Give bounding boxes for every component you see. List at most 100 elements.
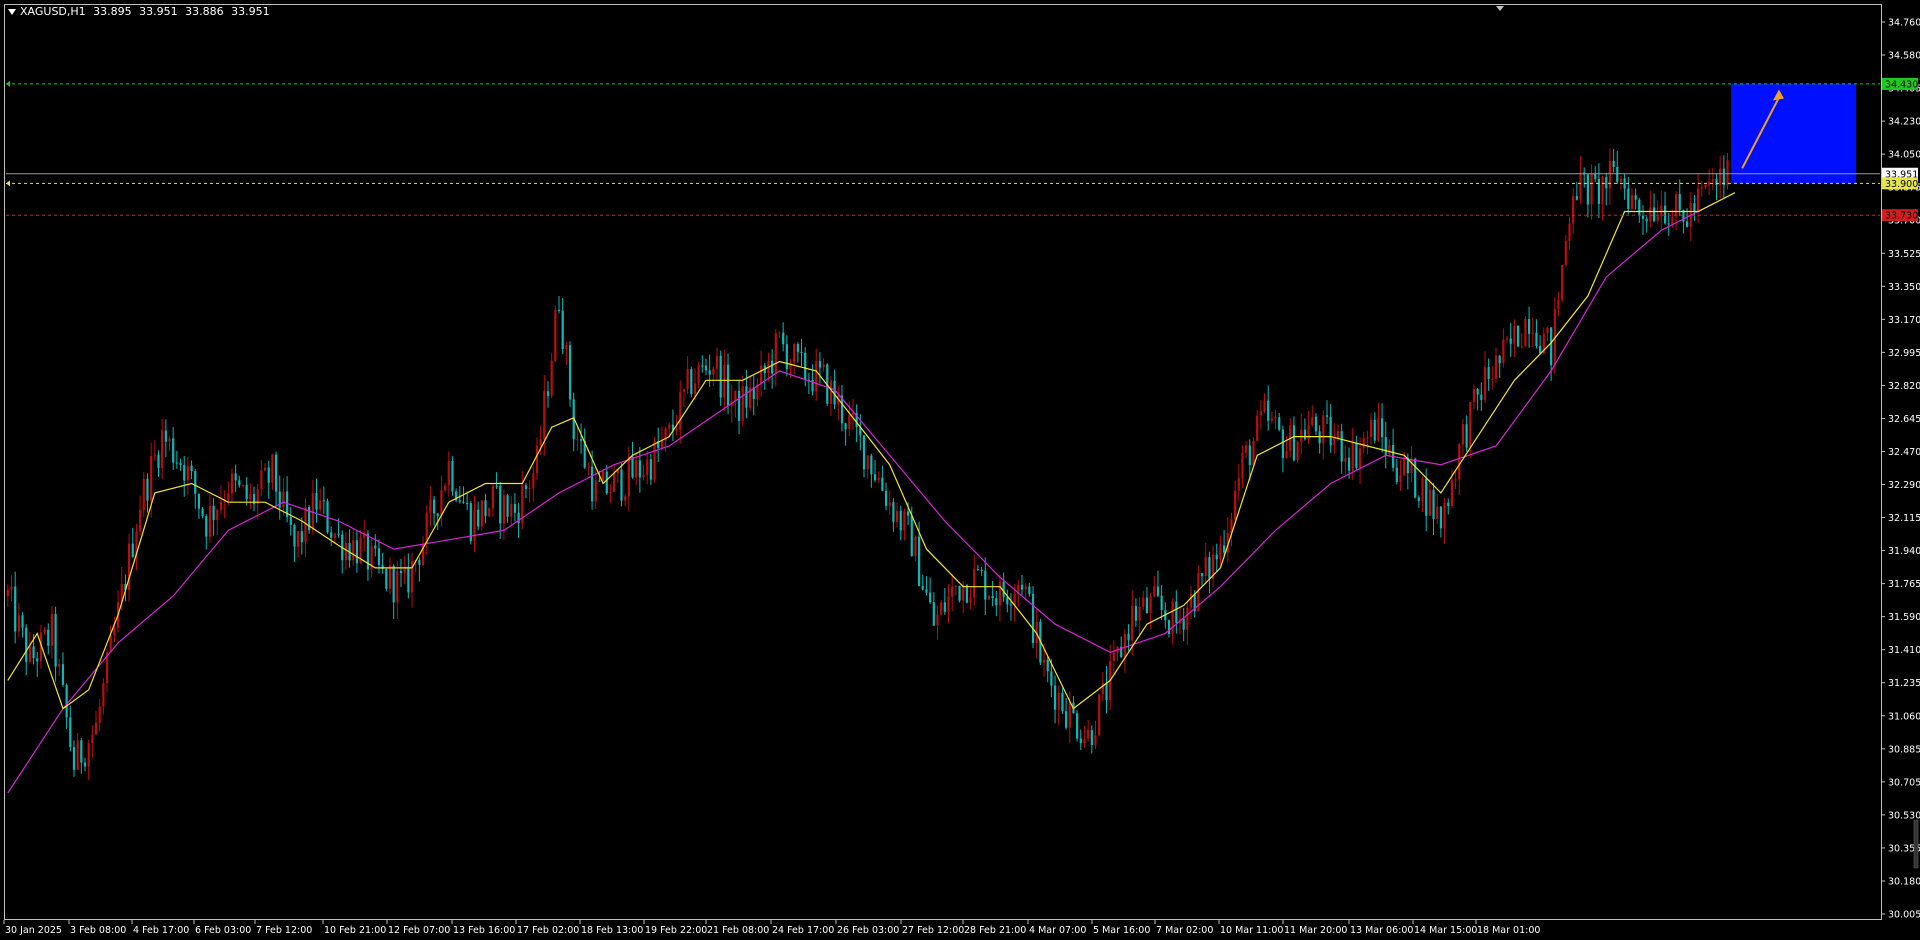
candle-body <box>1083 738 1086 744</box>
candle-body <box>1112 652 1115 662</box>
candle <box>363 520 366 552</box>
candle <box>1076 710 1079 742</box>
target-zone-box <box>1731 83 1857 184</box>
candle <box>1612 149 1615 173</box>
candle <box>304 498 307 558</box>
candle-body <box>951 586 954 597</box>
candle <box>1057 685 1060 726</box>
candle <box>1480 382 1483 411</box>
y-tick-label: 33.525 <box>1888 249 1920 260</box>
candle <box>1608 148 1612 205</box>
candle <box>1090 725 1093 754</box>
x-tick-label: 30 Jan 2025 <box>5 925 62 936</box>
y-tick-label: 31.590 <box>1888 612 1920 623</box>
candle <box>388 557 392 595</box>
candle-body <box>102 683 105 707</box>
x-tick-label: 13 Feb 16:00 <box>453 925 515 936</box>
candle-body <box>6 589 9 597</box>
candle <box>579 423 583 454</box>
candle-body <box>28 646 31 662</box>
candle <box>1053 675 1057 724</box>
candle <box>274 451 278 507</box>
candle-body <box>466 502 469 504</box>
candle-body <box>1079 738 1082 744</box>
candle-body <box>227 493 230 501</box>
y-tick-label: 34.580 <box>1888 51 1920 62</box>
candle-body <box>1245 445 1248 453</box>
candle <box>1333 423 1336 454</box>
candle <box>737 379 741 435</box>
candle-body <box>1105 682 1108 701</box>
candle-body <box>113 627 116 636</box>
candle-body <box>94 722 98 735</box>
candle-body <box>1671 216 1674 225</box>
candle-body <box>1645 218 1648 222</box>
candle-body <box>631 456 634 478</box>
candle-body <box>914 536 917 557</box>
candle-body <box>1234 490 1237 520</box>
candle-body <box>998 581 1002 606</box>
candle <box>627 446 630 512</box>
candle-body <box>1094 735 1097 745</box>
candle <box>285 476 289 523</box>
candle <box>1355 435 1358 472</box>
candle-body <box>774 333 777 374</box>
candle <box>139 495 142 536</box>
candle-body <box>146 478 149 501</box>
candle <box>1204 542 1207 585</box>
candle <box>1153 575 1156 598</box>
candle-body <box>83 762 87 767</box>
candle-body <box>954 585 957 587</box>
candle <box>1186 600 1189 646</box>
candle <box>1682 209 1685 234</box>
candle <box>866 454 869 479</box>
price-chart[interactable]: 34.76034.58034.40534.23034.05033.87533.7… <box>0 0 1920 940</box>
candle-body <box>940 602 943 615</box>
candle-body <box>576 439 579 441</box>
candle <box>1270 411 1273 424</box>
candle <box>1094 720 1097 749</box>
candle <box>1579 155 1582 204</box>
candle <box>1369 412 1373 445</box>
candle <box>1087 720 1090 742</box>
candle <box>319 488 322 513</box>
candle-body <box>660 440 664 448</box>
candle-body <box>1204 557 1207 577</box>
candle <box>1156 570 1160 598</box>
candle <box>260 459 263 496</box>
candle-body <box>984 570 987 600</box>
candle-body <box>524 485 528 490</box>
chart-window[interactable]: XAGUSD,H1 33.895 33.951 33.886 33.951 34… <box>0 0 1920 940</box>
candle-body <box>870 455 873 475</box>
candle <box>1641 205 1645 236</box>
candle <box>1318 425 1321 454</box>
candle-body <box>1641 215 1645 219</box>
candle <box>976 564 980 571</box>
candle-body <box>1417 497 1420 501</box>
candle <box>164 419 167 458</box>
candle-body <box>1142 597 1145 607</box>
candle-body <box>249 494 252 500</box>
candle-body <box>1516 325 1520 347</box>
candle <box>679 380 682 444</box>
candle-body <box>392 565 395 603</box>
candle <box>1263 393 1266 414</box>
candle-body <box>473 509 476 542</box>
candle-body <box>1561 264 1564 300</box>
candle-body <box>1461 424 1465 445</box>
moving-average-slow-line <box>7 201 1717 794</box>
candle-body <box>300 531 303 543</box>
candle-body <box>1053 685 1057 710</box>
candle <box>230 468 234 503</box>
candle <box>686 356 689 395</box>
candle-body <box>183 465 186 481</box>
candle <box>807 372 810 395</box>
candle <box>1649 190 1652 228</box>
candle-body <box>565 345 568 350</box>
candle-body <box>1498 355 1501 364</box>
candle-body <box>701 365 704 367</box>
candle-body <box>1579 172 1582 200</box>
candle <box>245 477 248 506</box>
candle-body <box>462 501 465 503</box>
moving-average-fast-line <box>7 192 1736 710</box>
